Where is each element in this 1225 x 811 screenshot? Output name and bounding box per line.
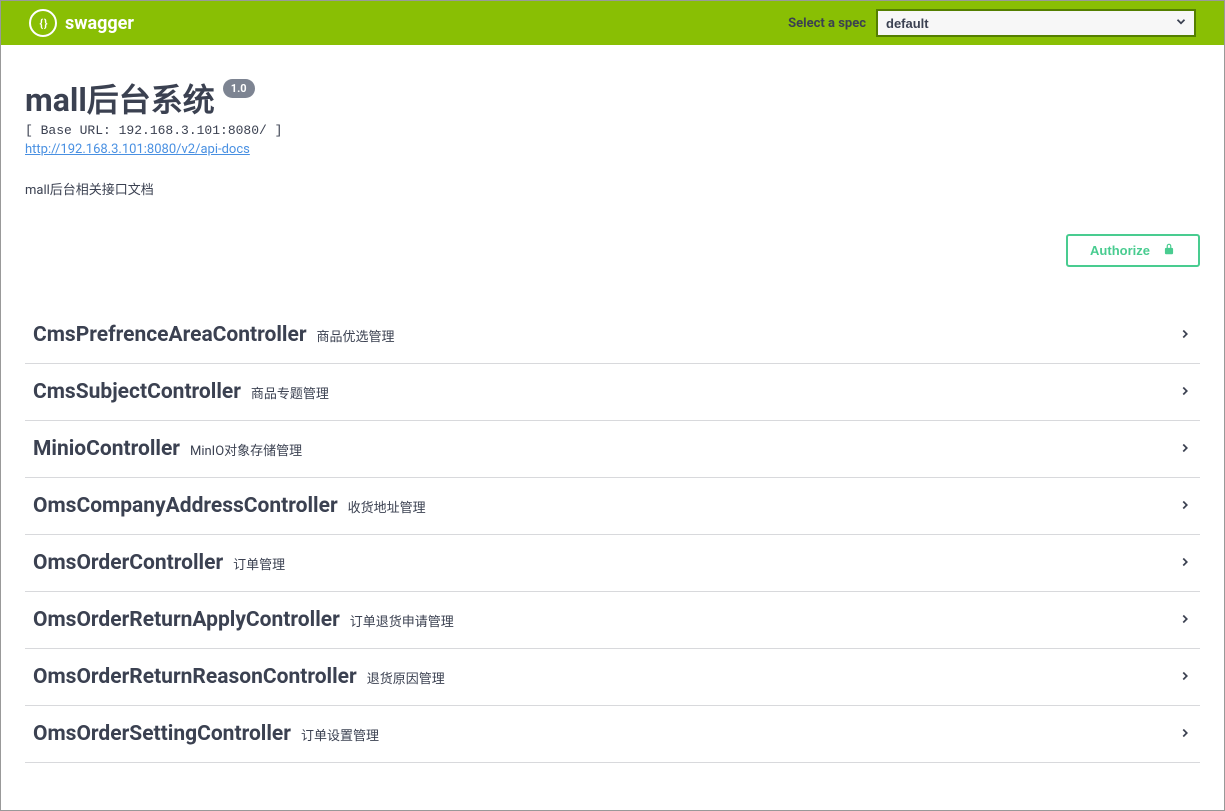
tag-name: OmsCompanyAddressController [33,494,338,518]
tag-description: 订单管理 [233,554,285,573]
authorize-button[interactable]: Authorize [1066,234,1200,267]
swagger-brand-text: swagger [65,13,134,34]
version-badge: 1.0 [223,79,255,98]
tag-description: 收货地址管理 [348,497,426,516]
tag-name: CmsSubjectController [33,380,241,404]
tag-description: 商品专题管理 [251,383,329,402]
chevron-right-icon [1178,611,1192,630]
authorize-button-label: Authorize [1090,243,1150,258]
tag-name: OmsOrderController [33,551,223,575]
chevron-right-icon [1178,326,1192,345]
topbar-brand-group: { } swagger [29,9,134,37]
lock-icon [1162,242,1176,259]
tag-name: MinioController [33,437,180,461]
api-description: mall后台相关接口文档 [25,179,1200,198]
tag-description: 订单设置管理 [301,725,379,744]
chevron-right-icon [1178,440,1192,459]
tag-row[interactable]: OmsOrderSettingController 订单设置管理 [25,706,1200,763]
chevron-right-icon [1178,554,1192,573]
tag-description: 订单退货申请管理 [350,611,454,630]
chevron-right-icon [1178,497,1192,516]
api-docs-link[interactable]: http://192.168.3.101:8080/v2/api-docs [25,142,250,157]
auth-row: Authorize [1,216,1224,279]
tag-row[interactable]: OmsOrderReturnApplyController 订单退货申请管理 [25,592,1200,649]
tag-row[interactable]: OmsOrderReturnReasonController 退货原因管理 [25,649,1200,706]
tag-description: MinIO对象存储管理 [190,440,302,459]
api-info: mall后台系统 1.0 [ Base URL: 192.168.3.101:8… [1,45,1224,216]
main-scroll[interactable]: { } swagger Select a spec default mall [1,1,1224,810]
spec-select-wrap: default [876,9,1196,37]
page-body: mall后台系统 1.0 [ Base URL: 192.168.3.101:8… [1,45,1224,803]
tag-row[interactable]: OmsOrderController 订单管理 [25,535,1200,592]
tag-name: OmsOrderSettingController [33,722,291,746]
topbar-right: Select a spec default [788,9,1196,37]
tag-row[interactable]: CmsSubjectController 商品专题管理 [25,364,1200,421]
tag-row[interactable]: MinioController MinIO对象存储管理 [25,421,1200,478]
tag-name: CmsPrefrenceAreaController [33,323,307,347]
tag-row[interactable]: CmsPrefrenceAreaController 商品优选管理 [25,307,1200,364]
spec-select[interactable]: default [876,9,1196,37]
topbar: { } swagger Select a spec default [1,1,1224,45]
chevron-right-icon [1178,725,1192,744]
swagger-logo-icon: { } [29,9,57,37]
api-title: mall后台系统 [25,75,215,121]
tag-name: OmsOrderReturnReasonController [33,665,357,689]
title-row: mall后台系统 1.0 [25,75,1200,121]
tag-description: 商品优选管理 [317,326,395,345]
tag-description: 退货原因管理 [367,668,445,687]
tags-list: CmsPrefrenceAreaController 商品优选管理 CmsSubje… [1,307,1224,763]
chevron-right-icon [1178,668,1192,687]
tag-name: OmsOrderReturnApplyController [33,608,340,632]
base-url: [ Base URL: 192.168.3.101:8080/ ] [25,123,1200,138]
tag-row[interactable]: OmsCompanyAddressController 收货地址管理 [25,478,1200,535]
spec-select-label: Select a spec [788,16,866,31]
chevron-right-icon [1178,383,1192,402]
